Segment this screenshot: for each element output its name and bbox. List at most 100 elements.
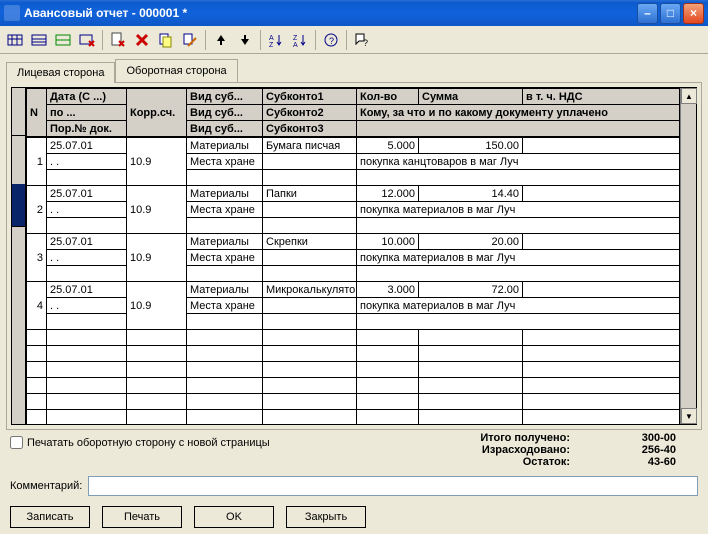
table-row[interactable]: 325.07.0110.9МатериалыСкрепки10.00020.00 — [27, 234, 680, 250]
cell-vid2[interactable]: Места хране — [187, 154, 263, 170]
cell-korr[interactable]: 10.9 — [127, 234, 187, 282]
cell-date2[interactable]: . . — [47, 202, 127, 218]
cell-pay[interactable]: покупка материалов в маг Луч — [357, 202, 680, 218]
toolbar-grid3-icon[interactable] — [52, 29, 74, 51]
scroll-up-icon[interactable]: ▲ — [681, 88, 697, 104]
toolbar-bigx-icon[interactable] — [131, 29, 153, 51]
col-korr[interactable]: Корр.сч. — [127, 89, 187, 137]
cell-pay[interactable]: покупка материалов в маг Луч — [357, 298, 680, 314]
table-row-empty[interactable] — [27, 346, 680, 362]
col-n[interactable]: N — [27, 89, 47, 137]
cell-date[interactable]: 25.07.01 — [47, 138, 127, 154]
col-date2[interactable]: по ... — [47, 105, 127, 121]
toolbar-grid1-icon[interactable] — [4, 29, 26, 51]
cell-vid2[interactable]: Места хране — [187, 250, 263, 266]
col-vid2[interactable]: Вид суб... — [187, 105, 263, 121]
cell-sub3[interactable] — [263, 314, 357, 330]
cell-sum[interactable]: 14.40 — [419, 186, 523, 202]
table-row[interactable] — [27, 266, 680, 282]
cell-sum[interactable]: 20.00 — [419, 234, 523, 250]
cell-date[interactable]: 25.07.01 — [47, 186, 127, 202]
cell-nds[interactable] — [523, 138, 680, 154]
col-sub1[interactable]: Субконто1 — [263, 89, 357, 105]
cell-n[interactable]: 3 — [27, 234, 47, 282]
cell-date[interactable]: 25.07.01 — [47, 282, 127, 298]
table-row-empty[interactable] — [27, 410, 680, 425]
toolbar-grid-del-icon[interactable] — [76, 29, 98, 51]
table-row-empty[interactable] — [27, 330, 680, 346]
cell-pay[interactable]: покупка материалов в маг Луч — [357, 250, 680, 266]
col-payee[interactable]: Кому, за что и по какому документу уплач… — [357, 105, 680, 121]
table-row[interactable]: . .Места хранепокупка канцтоваров в маг … — [27, 154, 680, 170]
cell-empty[interactable] — [357, 218, 680, 234]
toolbar-up-arrow-icon[interactable] — [210, 29, 232, 51]
cell-vid1[interactable]: Материалы — [187, 186, 263, 202]
cell-sub3[interactable] — [263, 170, 357, 186]
cell-korr[interactable]: 10.9 — [127, 138, 187, 186]
tab-front-side[interactable]: Лицевая сторона — [6, 62, 115, 83]
cell-sub3[interactable] — [263, 266, 357, 282]
cell-empty[interactable] — [357, 314, 680, 330]
cell-vid3[interactable] — [187, 218, 263, 234]
cell-n[interactable]: 2 — [27, 186, 47, 234]
col-nds[interactable]: в т. ч. НДС — [523, 89, 680, 105]
col-sub2[interactable]: Субконто2 — [263, 105, 357, 121]
table-row[interactable]: 225.07.0110.9МатериалыПапки12.00014.40 — [27, 186, 680, 202]
grid[interactable]: N Дата (С ...) Корр.сч. Вид суб... Субко… — [11, 87, 697, 425]
col-sub3[interactable]: Субконто3 — [263, 121, 357, 137]
cell-vid1[interactable]: Материалы — [187, 234, 263, 250]
cell-vid3[interactable] — [187, 314, 263, 330]
grid-header[interactable]: N Дата (С ...) Корр.сч. Вид суб... Субко… — [26, 88, 680, 137]
cell-kol[interactable]: 10.000 — [357, 234, 419, 250]
toolbar-copy-icon[interactable] — [155, 29, 177, 51]
table-row[interactable] — [27, 218, 680, 234]
toolbar-whatsthis-icon[interactable]: ? — [351, 29, 373, 51]
print-back-new-page-checkbox[interactable] — [10, 436, 23, 449]
cell-sub[interactable]: Папки — [263, 186, 357, 202]
cell-korr[interactable]: 10.9 — [127, 186, 187, 234]
cell-empty[interactable] — [357, 266, 680, 282]
minimize-button[interactable]: – — [637, 3, 658, 24]
cell-date3[interactable] — [47, 266, 127, 282]
toolbar-grid2-icon[interactable] — [28, 29, 50, 51]
cell-vid3[interactable] — [187, 266, 263, 282]
cell-nds[interactable] — [523, 282, 680, 298]
print-button[interactable]: Печать — [102, 506, 182, 528]
cell-sum[interactable]: 72.00 — [419, 282, 523, 298]
col-sum[interactable]: Сумма — [419, 89, 523, 105]
grid-body[interactable]: 125.07.0110.9МатериалыБумага писчая5.000… — [26, 137, 680, 424]
cell-date3[interactable] — [47, 170, 127, 186]
table-row[interactable]: 425.07.0110.9МатериалыМикрокалькулято3.0… — [27, 282, 680, 298]
save-button[interactable]: Записать — [10, 506, 90, 528]
cell-nds[interactable] — [523, 186, 680, 202]
comment-input[interactable] — [88, 476, 698, 496]
cell-sub2[interactable] — [263, 298, 357, 314]
cell-sub2[interactable] — [263, 154, 357, 170]
tab-back-side[interactable]: Оборотная сторона — [115, 59, 237, 82]
cell-date2[interactable]: . . — [47, 250, 127, 266]
toolbar-sort-asc-icon[interactable]: AZ — [265, 29, 287, 51]
scroll-down-icon[interactable]: ▼ — [681, 408, 697, 424]
close-dialog-button[interactable]: Закрыть — [286, 506, 366, 528]
cell-date3[interactable] — [47, 218, 127, 234]
col-date3[interactable]: Пор.№ док. — [47, 121, 127, 137]
cell-sum[interactable]: 150.00 — [419, 138, 523, 154]
cell-sub[interactable]: Скрепки — [263, 234, 357, 250]
cell-date3[interactable] — [47, 314, 127, 330]
cell-nds[interactable] — [523, 234, 680, 250]
cell-n[interactable]: 4 — [27, 282, 47, 330]
cell-kol[interactable]: 3.000 — [357, 282, 419, 298]
col-vid3[interactable]: Вид суб... — [187, 121, 263, 137]
maximize-button[interactable]: □ — [660, 3, 681, 24]
cell-sub2[interactable] — [263, 202, 357, 218]
table-row[interactable]: . .Места хранепокупка материалов в маг Л… — [27, 202, 680, 218]
cell-vid2[interactable]: Места хране — [187, 298, 263, 314]
table-row[interactable]: . . Места хране покупка материалов в маг Л… — [27, 250, 680, 266]
col-vid1[interactable]: Вид суб... — [187, 89, 263, 105]
cell-sub[interactable]: Микрокалькулято — [263, 282, 357, 298]
table-row[interactable] — [27, 314, 680, 330]
cell-kol[interactable]: 5.000 — [357, 138, 419, 154]
table-row-empty[interactable] — [27, 394, 680, 410]
cell-date2[interactable]: . . — [47, 298, 127, 314]
toolbar-edit-icon[interactable] — [179, 29, 201, 51]
